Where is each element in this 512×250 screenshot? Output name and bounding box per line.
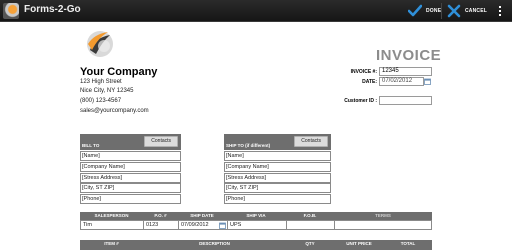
bill-to-city-field[interactable]: [City, ST ZIP]: [80, 183, 181, 193]
ship-via-header: SHIP VIA: [246, 213, 266, 218]
unit-price-header: UNIT PRICE: [346, 241, 372, 246]
overflow-menu-icon[interactable]: [496, 4, 504, 18]
customer-id-input[interactable]: [379, 96, 432, 105]
date-label: DATE:: [362, 79, 377, 85]
calendar-icon[interactable]: [424, 78, 431, 85]
bill-to-name-field[interactable]: [Name]: [80, 151, 181, 161]
terms-header: TERMS: [375, 213, 391, 218]
company-city-line: Nice City, NY 12345: [80, 88, 134, 94]
done-button[interactable]: DONE: [408, 1, 441, 21]
po-number-cell[interactable]: 0123: [144, 221, 179, 229]
po-number-header: P.O. #: [154, 213, 167, 218]
ship-to-street-field[interactable]: [Stress Address]: [224, 173, 331, 183]
ship-date-cell[interactable]: 07/09/2012: [179, 221, 219, 229]
app-title: Forms-2-Go: [24, 4, 81, 15]
ship-to-name-field[interactable]: [Name]: [224, 151, 331, 161]
close-icon: [447, 4, 461, 18]
bill-to-company-field[interactable]: [Company Name]: [80, 162, 181, 172]
company-address-line: 123 High Street: [80, 79, 122, 85]
company-name: Your Company: [80, 66, 158, 78]
bill-to-label: BILL TO: [82, 143, 100, 148]
app-logo-icon[interactable]: [3, 3, 19, 19]
bill-to-street-field[interactable]: [Stress Address]: [80, 173, 181, 183]
ship-to-phone-field[interactable]: [Phone]: [224, 194, 331, 204]
bill-to-contacts-button[interactable]: Contacts: [144, 136, 178, 147]
cancel-button[interactable]: CANCEL: [447, 1, 487, 21]
ship-via-cell[interactable]: UPS: [227, 221, 287, 229]
ship-to-company-field[interactable]: [Company Name]: [224, 162, 331, 172]
invoice-number-input[interactable]: 12345: [379, 67, 432, 76]
ship-to-city-field[interactable]: [City, ST ZIP]: [224, 183, 331, 193]
checkmark-icon: [408, 4, 422, 17]
items-table-header: ITEM # DESCRIPTION QTY UNIT PRICE TOTAL: [80, 240, 432, 250]
invoice-title: INVOICE: [376, 47, 442, 64]
salesperson-header: SALESPERSON: [94, 213, 129, 218]
item-number-header: ITEM #: [104, 241, 119, 246]
date-input[interactable]: 07/02/2012: [379, 77, 424, 86]
qty-header: QTY: [305, 241, 315, 246]
bill-to-phone-field[interactable]: [Phone]: [80, 194, 181, 204]
terms-cell[interactable]: [335, 221, 431, 229]
shipping-table-header: SALESPERSON P.O. # SHIP DATE SHIP VIA F.…: [80, 212, 432, 220]
ship-to-contacts-button[interactable]: Contacts: [294, 136, 328, 147]
customer-id-label: Customer ID :: [344, 98, 377, 104]
ship-to-label: SHIP TO (if different): [226, 143, 271, 148]
fob-cell[interactable]: [287, 221, 335, 229]
shipping-table-row: Tim 0123 07/09/2012 UPS: [80, 220, 432, 230]
company-logo-icon: [87, 31, 113, 57]
ship-date-calendar-icon[interactable]: [219, 222, 226, 229]
company-phone-line: (800) 123-4567: [80, 98, 122, 104]
salesperson-cell[interactable]: Tim: [81, 221, 144, 229]
fob-header: F.O.B.: [303, 213, 317, 218]
bill-to-header: BILL TO Contacts: [80, 134, 181, 150]
total-header: TOTAL: [400, 241, 416, 246]
company-email-line: sales@yourcompany.com: [80, 108, 149, 114]
action-bar: Forms-2-Go DONE CANCEL: [0, 0, 512, 22]
cancel-label: CANCEL: [465, 8, 488, 14]
invoice-number-label: INVOICE #:: [350, 69, 377, 75]
ship-to-header: SHIP TO (if different) Contacts: [224, 134, 331, 150]
action-divider: [441, 3, 442, 19]
done-label: DONE: [426, 8, 442, 14]
description-header: DESCRIPTION: [199, 241, 230, 246]
ship-date-header: SHIP DATE: [190, 213, 214, 218]
